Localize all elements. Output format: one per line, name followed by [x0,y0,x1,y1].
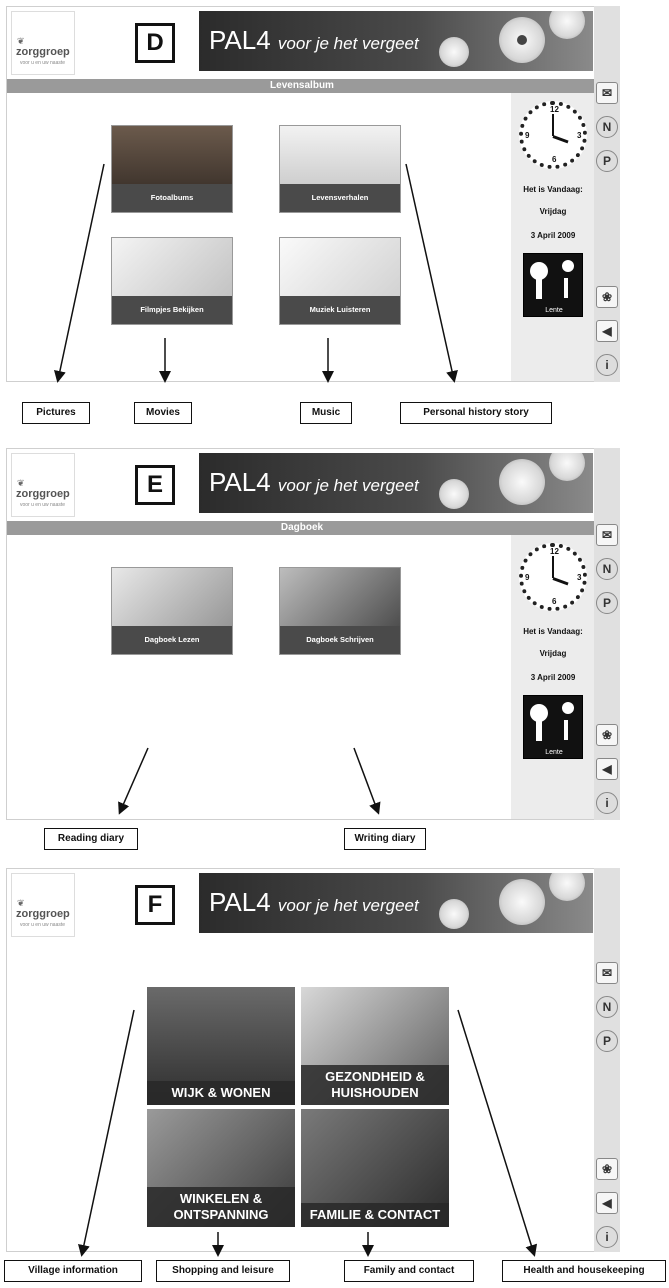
arrow-health [457,1009,538,1257]
arrow-personal-history [405,163,458,383]
arrow-village-info [78,1009,135,1257]
arrow-writing-diary [353,747,381,815]
arrow-reading-diary [118,747,149,815]
annotation-arrows [54,163,538,1257]
arrow-pictures [54,163,105,383]
